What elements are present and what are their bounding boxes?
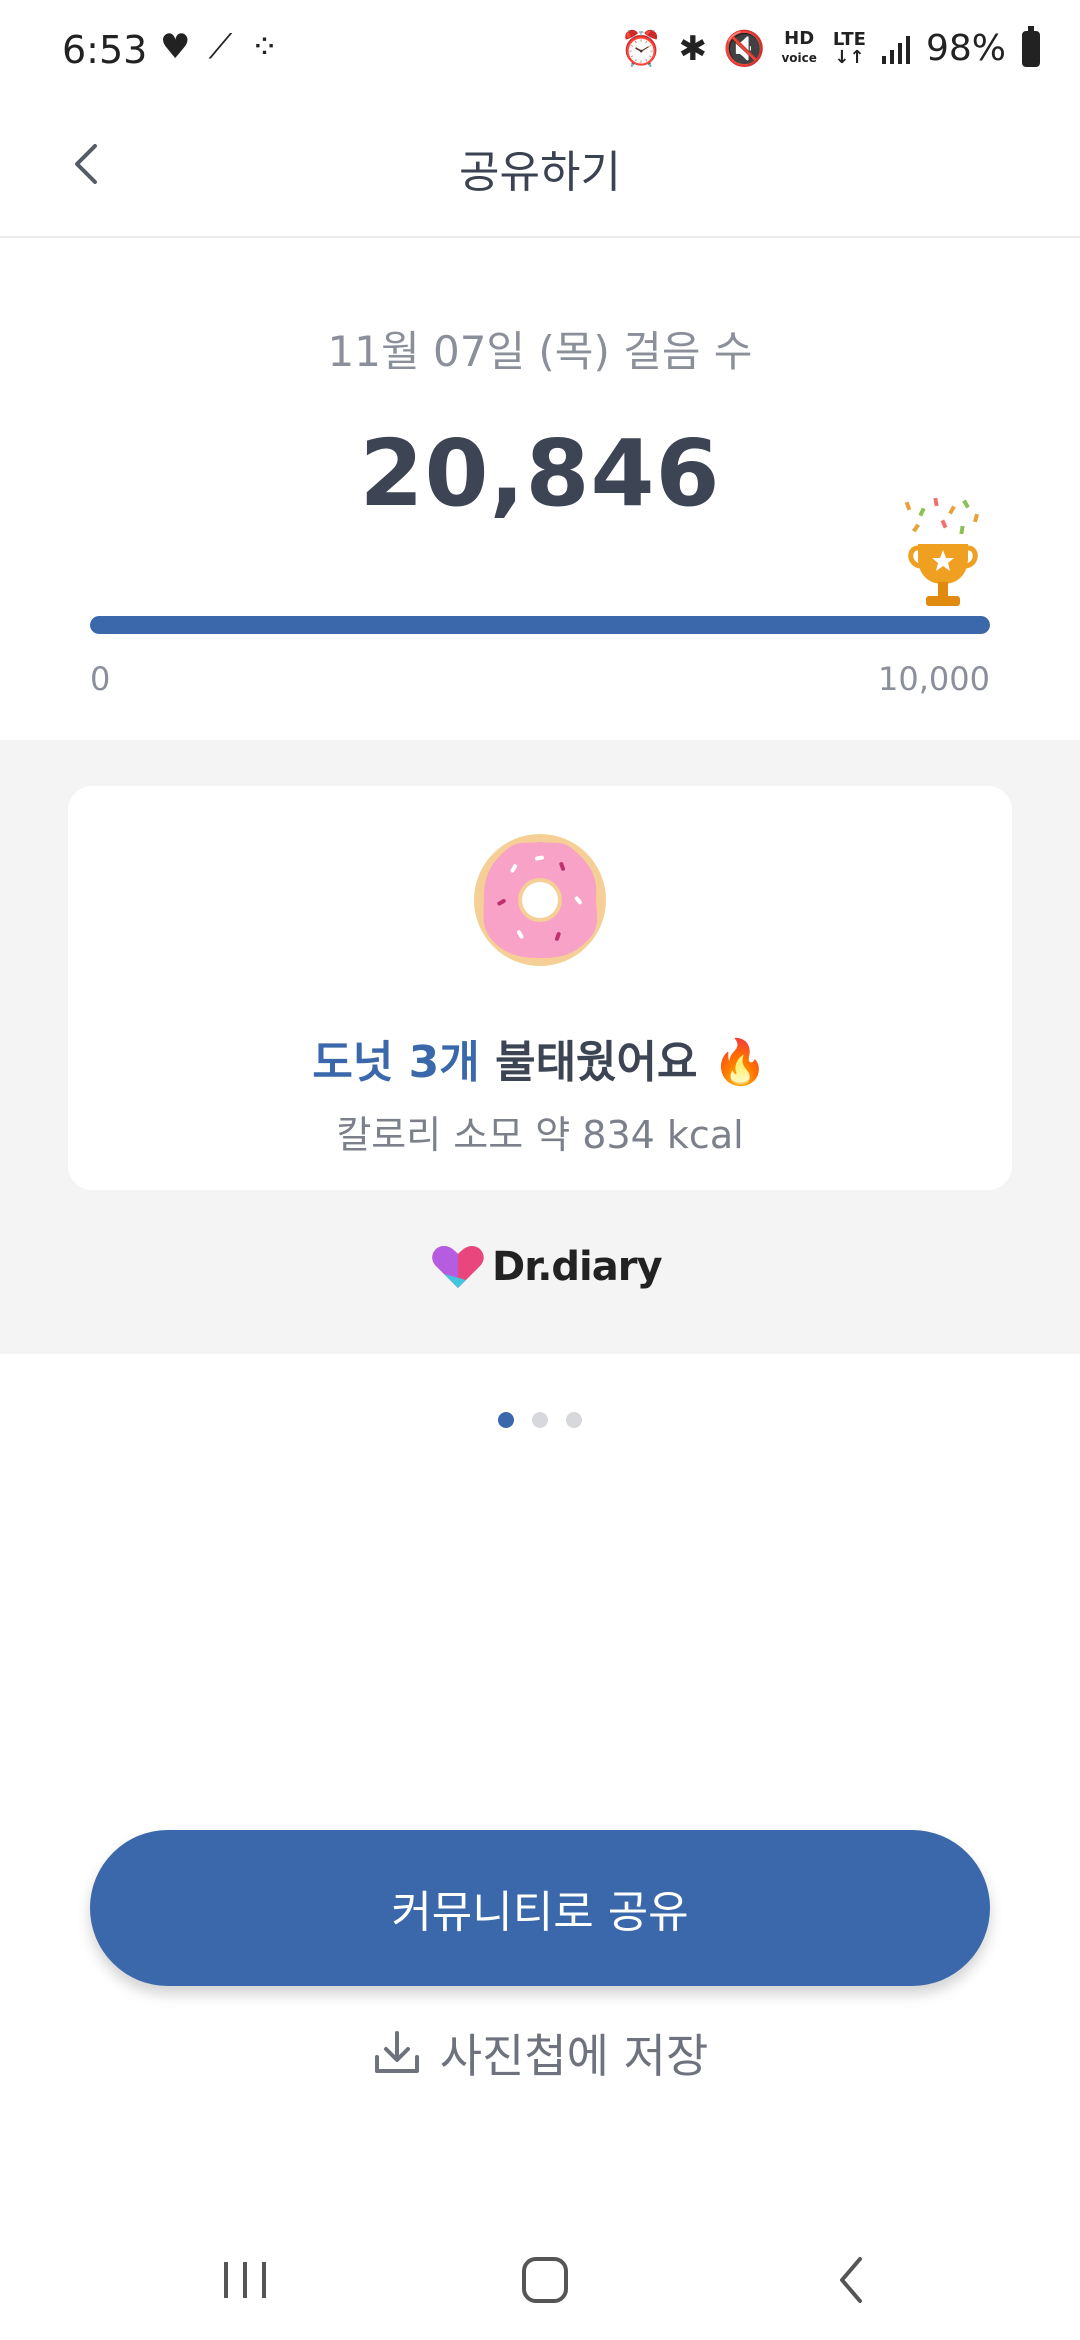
pager-dot[interactable] bbox=[532, 1412, 548, 1428]
pager-dots bbox=[0, 1412, 1080, 1428]
alarm-icon: ⏰ bbox=[620, 28, 663, 69]
pager-dot[interactable] bbox=[498, 1412, 514, 1428]
home-icon bbox=[522, 2257, 568, 2303]
brand-name: Dr.diary bbox=[492, 1244, 663, 1290]
lte-icon: LTE ↓↑ bbox=[832, 28, 866, 68]
back-nav-icon bbox=[840, 2257, 862, 2303]
back-nav-button[interactable] bbox=[806, 2240, 896, 2320]
mute-icon: 🔇 bbox=[723, 28, 766, 69]
bluetooth-icon: ✱ bbox=[678, 28, 708, 69]
burn-rest: 불태웠어요 🔥 bbox=[479, 1037, 768, 1088]
heart-logo-icon bbox=[432, 1246, 484, 1288]
system-nav-bar bbox=[0, 2220, 1080, 2340]
progress-min-label: 0 bbox=[90, 660, 111, 698]
share-community-label: 커뮤니티로 공유 bbox=[391, 1887, 689, 1938]
status-system-icons: ⏰ ✱ 🔇 HD voice LTE ↓↑ 98% bbox=[620, 25, 1040, 69]
progress-max-label: 10,000 bbox=[878, 660, 990, 698]
hd-voice-icon: HD voice bbox=[781, 30, 816, 67]
recent-apps-icon bbox=[224, 2262, 266, 2298]
heart-rate-icon: ♥ bbox=[160, 27, 191, 67]
calorie-text: 칼로리 소모 약 834 kcal bbox=[336, 1113, 744, 1157]
voice-label: voice bbox=[781, 51, 817, 65]
page-title: 공유하기 bbox=[459, 147, 621, 198]
brand-logo: Dr.diary bbox=[430, 1244, 663, 1290]
recent-apps-button[interactable] bbox=[200, 2240, 290, 2320]
burn-message: 도넛 3개 불태웠어요 🔥 bbox=[0, 1026, 1080, 1090]
donut-icon bbox=[474, 834, 606, 966]
status-bar: 6:53 ♥ ⟋ ⁘ ⏰ ✱ 🔇 HD voice LTE ↓↑ 98% bbox=[0, 0, 1080, 100]
steps-icon: ⁘ bbox=[250, 27, 279, 67]
shoe-icon: ⟋ bbox=[208, 27, 233, 67]
pager-dot[interactable] bbox=[566, 1412, 582, 1428]
trophy-icon bbox=[904, 497, 979, 606]
steps-progress-bar bbox=[90, 616, 990, 634]
home-button[interactable] bbox=[500, 2240, 590, 2320]
save-to-gallery-button[interactable]: 사진첩에 저장 bbox=[0, 2020, 1080, 2086]
date-label: 11월 07일 (목) 걸음 수 bbox=[327, 327, 753, 376]
download-icon bbox=[374, 2031, 419, 2073]
save-to-gallery-label: 사진첩에 저장 bbox=[439, 2029, 709, 2083]
status-notification-icons: ♥ ⟋ ⁘ bbox=[160, 30, 279, 64]
status-time: 6:53 bbox=[62, 28, 148, 72]
app-header: 공유하기 bbox=[0, 100, 1080, 238]
lte-label: LTE bbox=[832, 28, 866, 50]
hd-label: HD bbox=[784, 28, 815, 49]
steps-progress-fill bbox=[90, 616, 990, 634]
battery-percent: 98% bbox=[925, 28, 1006, 69]
share-community-button[interactable]: 커뮤니티로 공유 bbox=[90, 1830, 990, 1986]
burn-highlight: 도넛 3개 bbox=[312, 1037, 480, 1088]
battery-icon bbox=[1022, 25, 1040, 67]
signal-icon bbox=[881, 35, 910, 64]
